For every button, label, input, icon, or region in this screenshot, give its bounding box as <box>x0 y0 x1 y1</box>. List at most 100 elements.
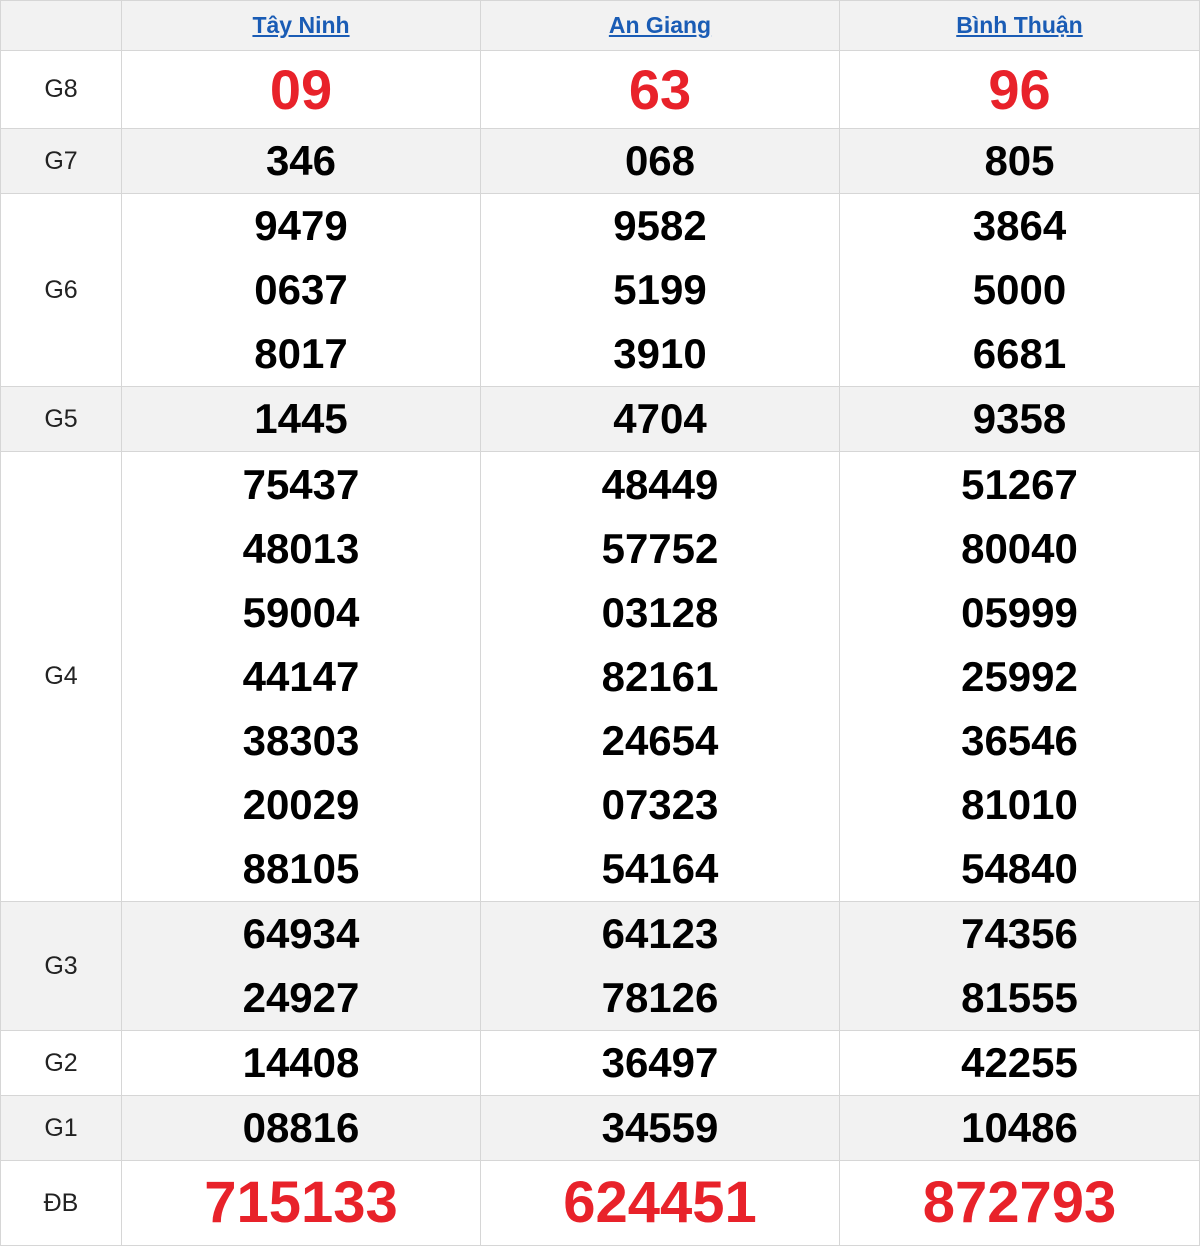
header-province-0: Tây Ninh <box>121 0 481 51</box>
prize-number: 96 <box>988 57 1051 121</box>
prize-label: G4 <box>0 451 122 902</box>
prize-number: 81555 <box>961 974 1078 1021</box>
prize-number: 09 <box>269 57 333 121</box>
special-prize-number: 624451 <box>563 1170 757 1235</box>
prize-row-g6: G6 9479 0637 8017 9582 5199 3910 3864 50… <box>0 193 1200 387</box>
prize-row-g4: G4 75437 48013 59004 44147 38303 20029 8… <box>0 451 1200 902</box>
prize-cell: 64934 24927 <box>121 901 481 1031</box>
special-prize-cell: 715133 <box>121 1160 481 1246</box>
prize-number: 59004 <box>242 588 360 636</box>
prize-cell: 34559 <box>480 1095 840 1161</box>
prize-row-g5: G5 1445 4704 9358 <box>0 386 1200 452</box>
prize-number: 74356 <box>961 910 1078 957</box>
prize-cell: 4704 <box>480 386 840 452</box>
prize-number: 75437 <box>242 460 360 508</box>
prize-number: 81010 <box>961 780 1078 828</box>
special-prize-number: 872793 <box>922 1170 1117 1235</box>
prize-cell: 51267 80040 05999 25992 36546 81010 5484… <box>839 451 1200 902</box>
prize-number: 44147 <box>242 652 360 700</box>
prize-number: 4704 <box>613 395 707 442</box>
prize-number: 36497 <box>601 1039 719 1086</box>
prize-cell: 36497 <box>480 1030 840 1096</box>
prize-number: 6681 <box>972 330 1067 377</box>
prize-cell: 63 <box>480 50 840 129</box>
prize-number: 64123 <box>601 910 719 957</box>
prize-cell: 96 <box>839 50 1200 129</box>
prize-label: G6 <box>0 193 122 387</box>
prize-number: 25992 <box>961 652 1078 700</box>
header-row: Tây Ninh An Giang Bình Thuận <box>0 0 1200 51</box>
prize-cell: 3864 5000 6681 <box>839 193 1200 387</box>
prize-label: ĐB <box>0 1160 122 1246</box>
prize-row-g3: G3 64934 24927 64123 78126 74356 81555 <box>0 901 1200 1031</box>
prize-number: 05999 <box>961 588 1078 636</box>
prize-cell: 1445 <box>121 386 481 452</box>
prize-label: G1 <box>0 1095 122 1161</box>
prize-row-special: ĐB 715133 624451 872793 <box>0 1160 1200 1246</box>
header-province-1: An Giang <box>480 0 840 51</box>
prize-number: 54840 <box>961 844 1078 892</box>
prize-cell: 346 <box>121 128 481 194</box>
prize-number: 54164 <box>601 844 719 892</box>
prize-cell: 9479 0637 8017 <box>121 193 481 387</box>
prize-cell: 10486 <box>839 1095 1200 1161</box>
prize-number: 805 <box>984 137 1055 184</box>
prize-label: G5 <box>0 386 122 452</box>
prize-number: 9479 <box>254 202 348 249</box>
prize-number: 24927 <box>242 974 360 1021</box>
special-prize-number: 715133 <box>204 1170 398 1235</box>
prize-number: 3864 <box>972 202 1067 249</box>
prize-number: 9358 <box>972 395 1067 442</box>
prize-number: 068 <box>624 137 696 184</box>
prize-number: 10486 <box>961 1104 1078 1151</box>
prize-cell: 74356 81555 <box>839 901 1200 1031</box>
prize-cell: 805 <box>839 128 1200 194</box>
prize-number: 63 <box>628 57 692 121</box>
prize-number: 80040 <box>961 524 1078 572</box>
prize-number: 0637 <box>254 266 348 313</box>
prize-cell: 64123 78126 <box>480 901 840 1031</box>
prize-number: 88105 <box>242 844 360 892</box>
prize-label: G7 <box>0 128 122 194</box>
prize-cell: 9358 <box>839 386 1200 452</box>
prize-number: 5000 <box>972 266 1067 313</box>
province-link-an-giang[interactable]: An Giang <box>609 12 711 38</box>
prize-label: G3 <box>0 901 122 1031</box>
prize-number: 42255 <box>961 1039 1078 1086</box>
prize-cell: 09 <box>121 50 481 129</box>
prize-row-g8: G8 09 63 96 <box>0 50 1200 129</box>
prize-number: 9582 <box>613 202 707 249</box>
prize-number: 03128 <box>601 588 719 636</box>
prize-number: 78126 <box>601 974 719 1021</box>
prize-cell: 9582 5199 3910 <box>480 193 840 387</box>
prize-cell: 068 <box>480 128 840 194</box>
prize-number: 24654 <box>601 716 719 764</box>
special-prize-cell: 624451 <box>480 1160 840 1246</box>
prize-number: 57752 <box>601 524 719 572</box>
prize-number: 34559 <box>601 1104 719 1151</box>
prize-number: 51267 <box>961 460 1078 508</box>
province-link-tay-ninh[interactable]: Tây Ninh <box>252 12 349 38</box>
prize-number: 14408 <box>242 1039 360 1086</box>
prize-label: G2 <box>0 1030 122 1096</box>
lottery-results-table: Tây Ninh An Giang Bình Thuận G8 09 63 96… <box>0 0 1200 1246</box>
province-link-binh-thuan[interactable]: Bình Thuận <box>956 12 1082 38</box>
prize-cell: 48449 57752 03128 82161 24654 07323 5416… <box>480 451 840 902</box>
prize-number: 3910 <box>613 330 707 377</box>
prize-number: 82161 <box>601 652 719 700</box>
prize-number: 08816 <box>242 1104 360 1151</box>
prize-number: 346 <box>265 137 337 184</box>
prize-row-g2: G2 14408 36497 42255 <box>0 1030 1200 1096</box>
prize-number: 8017 <box>254 330 348 377</box>
prize-number: 5199 <box>613 266 707 313</box>
prize-number: 48013 <box>242 524 360 572</box>
prize-number: 20029 <box>242 780 360 828</box>
prize-number: 1445 <box>254 395 348 442</box>
prize-row-g7: G7 346 068 805 <box>0 128 1200 194</box>
prize-cell: 08816 <box>121 1095 481 1161</box>
special-prize-cell: 872793 <box>839 1160 1200 1246</box>
prize-row-g1: G1 08816 34559 10486 <box>0 1095 1200 1161</box>
prize-number: 64934 <box>242 910 360 957</box>
prize-number: 36546 <box>961 716 1078 764</box>
prize-number: 38303 <box>242 716 360 764</box>
